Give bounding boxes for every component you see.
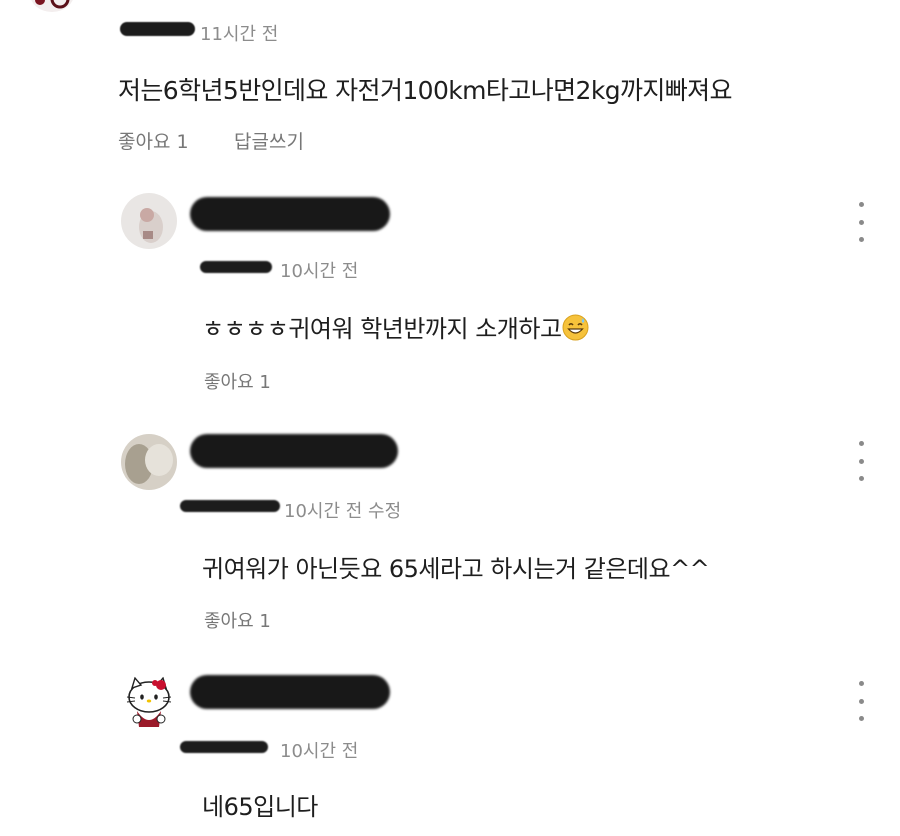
reply-1-like-button[interactable]: 좋아요 1 <box>204 368 271 394</box>
avatar-photo <box>121 193 177 249</box>
reply-3-text: 네65입니다 <box>202 793 318 821</box>
top-comment-reply-button[interactable]: 답글쓰기 <box>234 127 304 154</box>
avatar-photo <box>121 434 177 490</box>
reply-1-kebab-menu-icon[interactable] <box>854 202 868 242</box>
top-commenter-name-redacted <box>120 22 195 36</box>
reply-1-handle-redacted <box>200 261 272 273</box>
reply-3-time: 10시간 전 <box>280 741 359 762</box>
reply-1-text: ㅎㅎㅎㅎ귀여워 학년반까지 소개하고 <box>202 315 562 343</box>
reply-2-like-button[interactable]: 좋아요 1 <box>204 607 271 633</box>
reply-2-avatar[interactable] <box>121 434 177 490</box>
top-comment-time: 11시간 전 <box>200 24 279 45</box>
reply-3-name-redacted <box>190 675 390 709</box>
top-comment-text: 저는6학년5반인데요 자전거100km타고나면2kg까지빠져요 <box>118 76 733 105</box>
reply-2-kebab-menu-icon[interactable] <box>854 441 868 481</box>
hello-kitty-avatar <box>121 673 177 729</box>
reply-1-avatar[interactable] <box>121 193 177 249</box>
reply-3-avatar[interactable] <box>121 673 177 729</box>
grinning-sweat-emoji <box>562 314 589 347</box>
top-comment-like-button[interactable]: 좋아요 1 <box>118 127 189 154</box>
reply-2-handle-redacted <box>180 500 280 512</box>
reply-1-time: 10시간 전 <box>280 261 359 282</box>
reply-1-name-redacted <box>190 197 390 231</box>
reply-3-kebab-menu-icon[interactable] <box>854 681 868 721</box>
reply-1-text-line: ㅎㅎㅎㅎ귀여워 학년반까지 소개하고 <box>202 309 589 347</box>
reply-2-name-redacted <box>190 434 398 468</box>
top-commenter-avatar[interactable] <box>22 0 82 22</box>
reply-2-time: 10시간 전 수정 <box>284 501 402 522</box>
reply-2-text: 귀여워가 아닌듯요 65세라고 하시는거 같은데요^^ <box>202 555 710 583</box>
reply-3-handle-redacted <box>180 741 268 753</box>
